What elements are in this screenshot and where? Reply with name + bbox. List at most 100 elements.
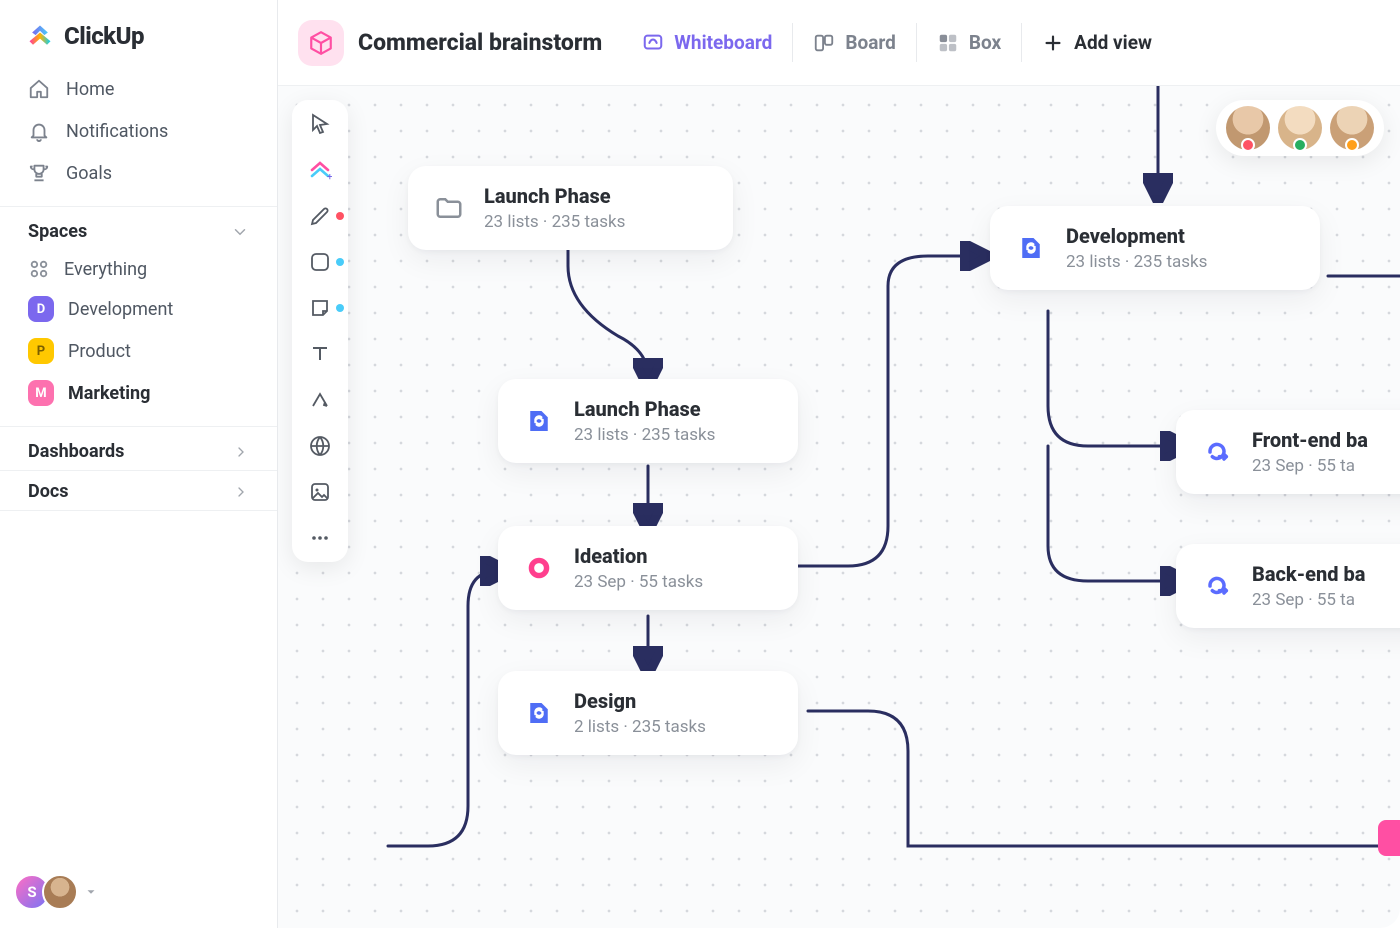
card-launch-phase-mid[interactable]: Launch Phase 23 lists · 235 tasks	[498, 379, 798, 463]
card-title: Back-end ba	[1252, 562, 1365, 586]
card-meta: 23 lists · 235 tasks	[484, 212, 625, 232]
dashboards-header[interactable]: Dashboards	[0, 426, 277, 470]
page-title: Commercial brainstorm	[358, 29, 602, 56]
spaces-header[interactable]: Spaces	[0, 206, 277, 250]
sync-icon	[522, 696, 556, 730]
everything-label: Everything	[64, 259, 147, 280]
cursor-icon	[308, 112, 332, 136]
card-backend[interactable]: Back-end ba 23 Sep · 55 ta	[1176, 544, 1400, 628]
tab-label: Box	[969, 31, 1001, 54]
tab-label: Add view	[1074, 31, 1152, 54]
tab-board[interactable]: Board	[792, 23, 916, 62]
grid-dots-icon	[28, 258, 50, 280]
topbar: Commercial brainstorm Whiteboard Board B…	[278, 0, 1400, 86]
space-label: Marketing	[68, 383, 150, 404]
loop-icon	[1200, 435, 1234, 469]
shape-tool[interactable]	[308, 250, 332, 274]
card-title: Ideation	[574, 544, 703, 568]
plus-icon	[1042, 32, 1064, 54]
clickup-tool[interactable]: +	[308, 158, 332, 182]
web-tool[interactable]	[308, 434, 332, 458]
sticky-icon	[308, 296, 332, 320]
home-icon	[28, 78, 50, 100]
pen-icon	[308, 204, 332, 228]
dashboards-label: Dashboards	[28, 441, 124, 462]
card-design[interactable]: Design 2 lists · 235 tasks	[498, 671, 798, 755]
tab-add-view[interactable]: Add view	[1021, 23, 1172, 62]
card-meta: 23 Sep · 55 ta	[1252, 456, 1368, 476]
card-launch-phase-top[interactable]: Launch Phase 23 lists · 235 tasks	[408, 166, 733, 250]
trophy-icon	[28, 162, 50, 184]
card-meta: 23 Sep · 55 tasks	[574, 572, 703, 592]
pointer-tool[interactable]	[308, 112, 332, 136]
view-tabs: Whiteboard Board Box Add view	[622, 23, 1172, 62]
tab-label: Whiteboard	[674, 31, 772, 54]
collaborator-pills[interactable]	[1216, 100, 1384, 156]
text-icon	[308, 342, 332, 366]
card-development[interactable]: Development 23 lists · 235 tasks	[990, 206, 1320, 290]
clickup-logo-icon	[26, 22, 54, 50]
card-meta: 23 Sep · 55 ta	[1252, 590, 1365, 610]
space-badge-product: P	[28, 338, 54, 364]
tab-label: Board	[845, 31, 896, 54]
nav-goals[interactable]: Goals	[0, 152, 277, 194]
space-label: Product	[68, 341, 131, 362]
sync-icon	[1014, 231, 1048, 265]
chevron-down-icon	[231, 223, 249, 241]
nav-home-label: Home	[66, 79, 114, 100]
card-title: Front-end ba	[1252, 428, 1368, 452]
pen-tool[interactable]	[308, 204, 332, 228]
nav-notifications[interactable]: Notifications	[0, 110, 277, 152]
card-meta: 2 lists · 235 tasks	[574, 717, 706, 737]
card-title: Launch Phase	[574, 397, 715, 421]
page-space-chip[interactable]	[298, 20, 344, 66]
nav-notifications-label: Notifications	[66, 121, 168, 142]
chevron-right-icon	[233, 444, 249, 460]
text-tool[interactable]	[308, 342, 332, 366]
folder-icon	[432, 191, 466, 225]
svg-text:+: +	[327, 172, 332, 182]
space-badge-marketing: M	[28, 380, 54, 406]
whiteboard-icon	[642, 32, 664, 54]
app-logo[interactable]: ClickUp	[0, 0, 277, 68]
main: Commercial brainstorm Whiteboard Board B…	[278, 0, 1400, 928]
connector-icon	[308, 388, 332, 412]
image-tool[interactable]	[308, 480, 332, 504]
whiteboard-canvas[interactable]: +	[278, 86, 1400, 928]
globe-icon	[308, 434, 332, 458]
card-frontend[interactable]: Front-end ba 23 Sep · 55 ta	[1176, 410, 1400, 494]
nav-home[interactable]: Home	[0, 68, 277, 110]
card-meta: 23 lists · 235 tasks	[574, 425, 715, 445]
ellipsis-icon	[308, 526, 332, 550]
cursor-handle[interactable]	[1378, 820, 1400, 856]
sidebar-item-everything[interactable]: Everything	[0, 250, 277, 288]
collaborator-avatar	[1226, 106, 1270, 150]
sync-icon	[522, 404, 556, 438]
docs-header[interactable]: Docs	[0, 470, 277, 510]
sidebar-footer[interactable]: S	[0, 856, 277, 928]
docs-label: Docs	[28, 481, 68, 502]
more-tool[interactable]	[308, 526, 332, 550]
square-icon	[308, 250, 332, 274]
bell-icon	[28, 120, 50, 142]
tab-whiteboard[interactable]: Whiteboard	[622, 23, 792, 62]
image-icon	[308, 480, 332, 504]
sidebar-item-marketing[interactable]: M Marketing	[0, 372, 277, 414]
card-ideation[interactable]: Ideation 23 Sep · 55 tasks	[498, 526, 798, 610]
loop-icon	[1200, 569, 1234, 603]
card-title: Launch Phase	[484, 184, 625, 208]
board-icon	[813, 32, 835, 54]
avatar-stack: S	[22, 874, 78, 910]
card-title: Development	[1066, 224, 1207, 248]
whiteboard-toolbar: +	[292, 100, 348, 562]
ring-icon	[522, 551, 556, 585]
collaborator-avatar	[1278, 106, 1322, 150]
connector-tool[interactable]	[308, 388, 332, 412]
sidebar-item-development[interactable]: D Development	[0, 288, 277, 330]
note-tool[interactable]	[308, 296, 332, 320]
sidebar-item-product[interactable]: P Product	[0, 330, 277, 372]
avatar-user	[42, 874, 78, 910]
clickup-add-icon: +	[308, 158, 332, 182]
tab-box[interactable]: Box	[916, 23, 1021, 62]
chevron-right-icon	[233, 484, 249, 500]
